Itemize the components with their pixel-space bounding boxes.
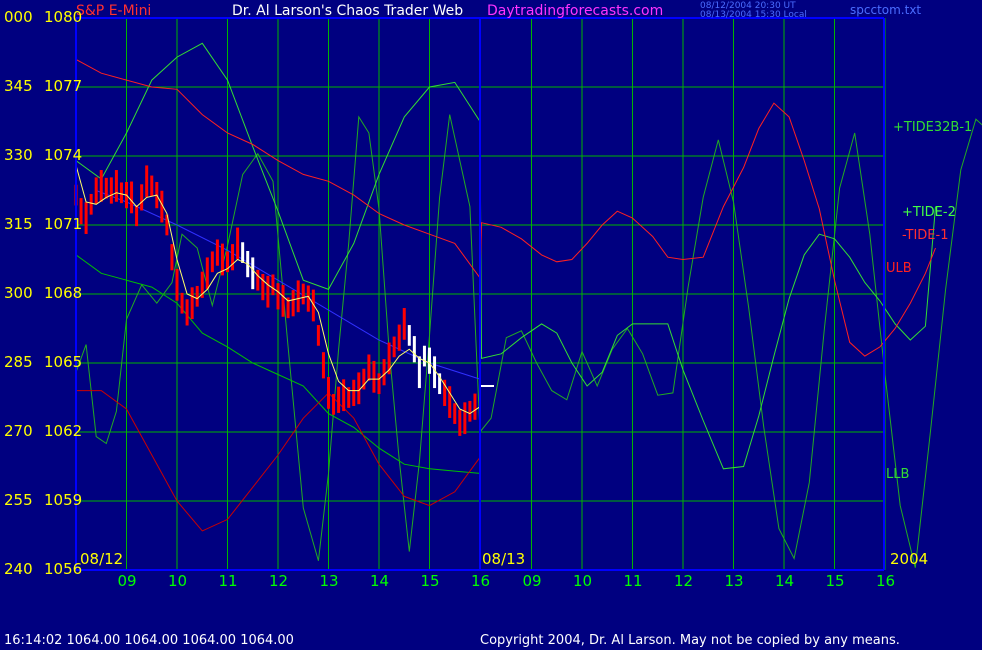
x-tick-label: 15 — [420, 572, 440, 590]
date-label-0813: 08/13 — [482, 550, 526, 568]
x-tick-label: 12 — [674, 572, 694, 590]
x-tick-label: 14 — [775, 572, 795, 590]
series-label-tide32b: +TIDE32B-1 — [893, 120, 973, 135]
y-label-price: 1080 — [44, 8, 83, 26]
y-label-price: 1056 — [44, 560, 83, 578]
x-tick-label: 10 — [168, 572, 188, 590]
x-tick-label: 16 — [471, 572, 491, 590]
instrument-label: S&P E-Mini — [76, 3, 152, 19]
y-label-left: 285 — [4, 353, 33, 371]
series-label-llb: LLB — [886, 467, 910, 482]
x-tick-label: 14 — [370, 572, 390, 590]
y-label-left: 345 — [4, 77, 33, 95]
x-tick-label: 09 — [117, 572, 137, 590]
series-label-tide-minus: -TIDE-1 — [902, 228, 949, 243]
timestamp-local: 08/13/2004 15:30 Local — [700, 10, 807, 20]
y-label-left: 270 — [4, 422, 33, 440]
tide-minus-line — [75, 58, 936, 357]
x-tick-label: 11 — [218, 572, 238, 590]
data-filename: spcctom.txt — [850, 3, 922, 17]
y-label-price: 1071 — [44, 215, 83, 233]
x-tick-label: 13 — [724, 572, 744, 590]
x-tick-label: 15 — [825, 572, 845, 590]
y-label-left: 000 — [4, 8, 33, 26]
y-label-price: 1077 — [44, 77, 83, 95]
chart-title: Dr. Al Larson's Chaos Trader Web — [232, 3, 464, 19]
y-label-left: 315 — [4, 215, 33, 233]
x-tick-label: 16 — [876, 572, 896, 590]
flux-line — [75, 114, 982, 568]
y-label-left: 330 — [4, 146, 33, 164]
date-label-0812: 08/12 — [80, 550, 124, 568]
series-label-ulb: ULB — [886, 261, 912, 276]
x-tick-label: 12 — [269, 572, 289, 590]
y-label-price: 1074 — [44, 146, 83, 164]
chart-series — [74, 42, 982, 568]
x-tick-label: 13 — [319, 572, 339, 590]
x-tick-label: 10 — [573, 572, 593, 590]
site-link[interactable]: Daytradingforecasts.com — [487, 4, 663, 18]
y-label-left: 240 — [4, 560, 33, 578]
price-readout: 16:14:02 1064.00 1064.00 1064.00 1064.00 — [4, 633, 294, 648]
y-label-left: 255 — [4, 491, 33, 509]
y-label-price: 1059 — [44, 491, 83, 509]
copyright-notice: Copyright 2004, Dr. Al Larson. May not b… — [480, 633, 900, 648]
x-tick-label: 11 — [623, 572, 643, 590]
y-label-left: 300 — [4, 284, 33, 302]
x-tick-label: 09 — [522, 572, 542, 590]
y-label-price: 1068 — [44, 284, 83, 302]
y-label-price: 1065 — [44, 353, 83, 371]
series-label-tide-plus: +TIDE-2 — [902, 205, 956, 220]
year-label: 2004 — [890, 550, 929, 568]
y-label-price: 1062 — [44, 422, 83, 440]
tide-plus-line — [75, 42, 936, 470]
